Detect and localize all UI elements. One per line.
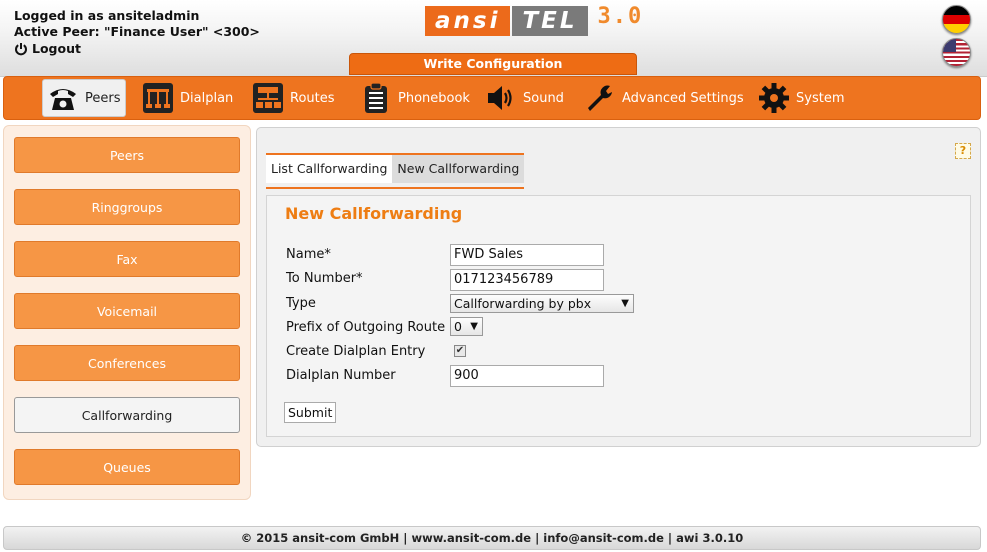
submit-button[interactable]: Submit: [284, 402, 337, 423]
write-configuration-button[interactable]: Write Configuration: [349, 53, 637, 75]
sidebar-item-peers[interactable]: Peers: [14, 137, 240, 173]
nav-label: Sound: [523, 90, 564, 106]
nav-label: Advanced Settings: [622, 90, 744, 106]
type-select[interactable]: Callforwarding by pbx ▼: [450, 294, 634, 313]
ansitel-logo: ansi TEL 3.0: [425, 3, 644, 36]
prefix-label: Prefix of Outgoing Route: [286, 320, 446, 335]
nav-label: System: [796, 90, 845, 106]
dropdown-arrow-icon: ▼: [621, 298, 629, 309]
gear-icon: [759, 83, 789, 113]
sidebar-item-fax[interactable]: Fax: [14, 241, 240, 277]
nav-label: Routes: [290, 90, 335, 106]
nav-label: Dialplan: [180, 90, 234, 106]
footer: © 2015 ansit-com GmbH | www.ansit-com.de…: [3, 526, 981, 550]
logged-in-text: Logged in as ansiteladmin: [14, 8, 200, 23]
logo-part-ansi: ansi: [425, 6, 511, 36]
sidebar-item-callforwarding[interactable]: Callforwarding: [14, 397, 240, 433]
to-number-label: To Number*: [286, 271, 363, 286]
logout-link[interactable]: Logout: [14, 41, 260, 57]
prefix-select-value: 0: [454, 319, 462, 334]
main-nav: Peers Dialplan Routes Phonebook Sound Ad…: [3, 76, 981, 120]
nav-label: Phonebook: [398, 90, 470, 106]
to-number-input[interactable]: 017123456789: [450, 269, 604, 291]
phone-icon: [50, 89, 76, 110]
dialplan-icon: [143, 83, 173, 113]
tab-bar: List Callforwarding New Callforwarding: [266, 153, 525, 189]
active-peer-text: Active Peer: "Finance User" <300>: [14, 24, 260, 39]
nav-item-routes[interactable]: Routes: [248, 79, 339, 117]
german-flag-icon[interactable]: [942, 5, 971, 34]
nav-item-sound[interactable]: Sound: [481, 79, 568, 117]
wrench-icon: [588, 85, 612, 111]
help-icon[interactable]: ?: [955, 143, 971, 159]
sidebar-item-queues[interactable]: Queues: [14, 449, 240, 485]
form-title: New Callforwarding: [285, 204, 463, 223]
nav-item-peers[interactable]: Peers: [42, 79, 126, 117]
routes-icon: [253, 83, 283, 113]
phonebook-icon: [365, 82, 387, 113]
nav-item-system[interactable]: System: [754, 79, 848, 117]
dropdown-arrow-icon: ▼: [470, 321, 478, 332]
login-info: Logged in as ansiteladmin Active Peer: "…: [14, 8, 260, 57]
sidebar: Peers Ringgroups Fax Voicemail Conferenc…: [3, 125, 251, 500]
callforwarding-form: [266, 195, 971, 437]
create-dialplan-checkbox[interactable]: ✔: [454, 345, 466, 357]
sidebar-item-voicemail[interactable]: Voicemail: [14, 293, 240, 329]
logout-label: Logout: [32, 41, 81, 56]
tab-new-callforwarding[interactable]: New Callforwarding: [392, 155, 525, 183]
top-header: Logged in as ansiteladmin Active Peer: "…: [0, 0, 987, 77]
speaker-icon: [488, 86, 512, 110]
us-flag-icon[interactable]: [942, 38, 971, 67]
name-input[interactable]: FWD Sales: [450, 244, 604, 266]
sidebar-item-conferences[interactable]: Conferences: [14, 345, 240, 381]
dialplan-number-input[interactable]: 900: [450, 365, 604, 387]
nav-item-dialplan[interactable]: Dialplan: [138, 79, 237, 117]
create-dialplan-label: Create Dialplan Entry: [286, 344, 426, 359]
tab-list-callforwarding[interactable]: List Callforwarding: [266, 155, 393, 183]
type-select-value: Callforwarding by pbx: [454, 296, 592, 311]
type-label: Type: [286, 296, 316, 311]
nav-label: Peers: [85, 90, 121, 106]
nav-item-phonebook[interactable]: Phonebook: [356, 79, 474, 117]
dialplan-number-label: Dialplan Number: [286, 368, 396, 383]
sidebar-item-ringgroups[interactable]: Ringgroups: [14, 189, 240, 225]
logo-version: 3.0: [597, 3, 644, 29]
name-label: Name*: [286, 247, 331, 262]
logo-part-tel: TEL: [512, 6, 588, 36]
power-icon: [15, 43, 27, 56]
nav-item-advanced-settings[interactable]: Advanced Settings: [580, 79, 748, 117]
prefix-select[interactable]: 0 ▼: [450, 317, 483, 336]
